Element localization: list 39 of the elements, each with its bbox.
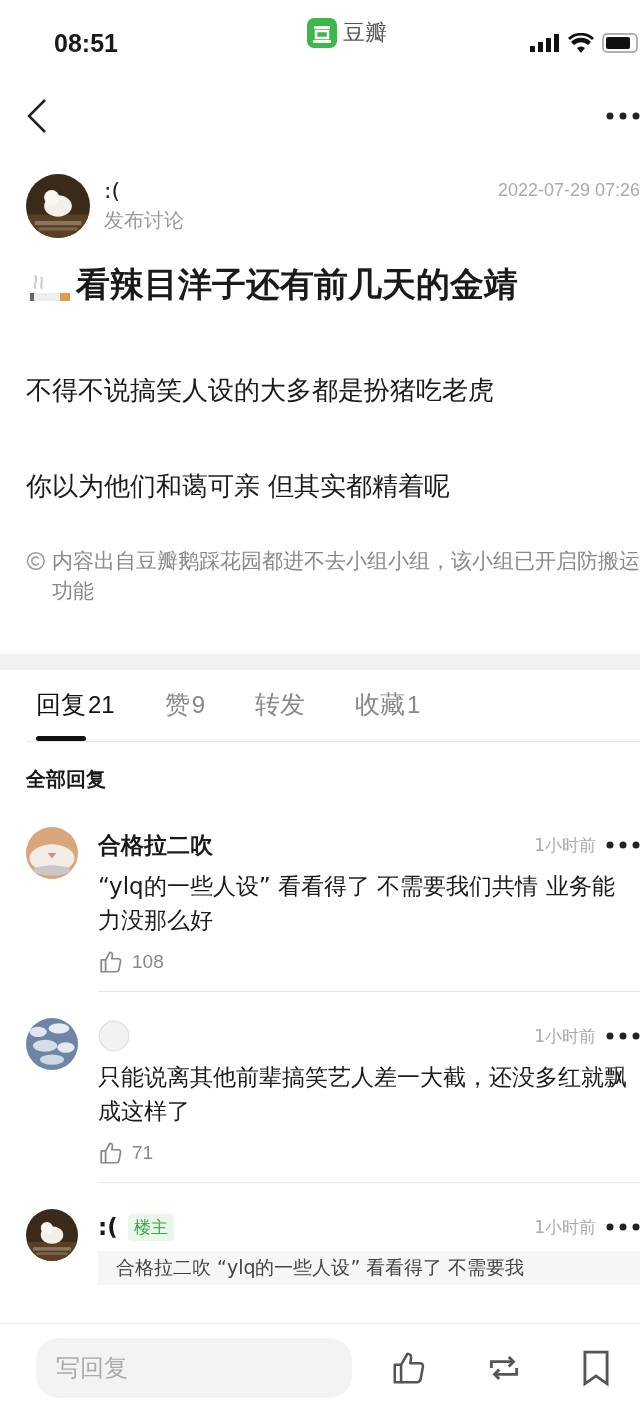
author-name[interactable]: :(: [104, 178, 120, 203]
comment-time: 1小时前: [534, 1215, 596, 1239]
circle-icon: [98, 1020, 130, 1052]
like-count: 108: [132, 951, 164, 973]
post-date: 2022-07-29 07:26: [497, 180, 640, 201]
copyright-icon: [26, 551, 46, 571]
battery-icon: [602, 33, 640, 53]
quoted-reply: 合格拉二吹 “ylq的一些人设” 看看得了 不需要我: [98, 1251, 640, 1285]
back-button[interactable]: [26, 98, 48, 134]
comment-time: 1小时前: [534, 833, 596, 857]
thumbs-up-icon[interactable]: [98, 949, 124, 975]
more-icon[interactable]: [606, 112, 640, 120]
app-logo-icon: [307, 18, 337, 48]
status-time: 08:51: [54, 28, 119, 58]
app-name: 豆瓣: [343, 19, 387, 47]
tab[interactable]: 转发: [255, 670, 306, 741]
post-paragraph: 不得不说搞笑人设的大多都是扮猪吃老虎: [25, 374, 495, 407]
more-icon[interactable]: [606, 841, 640, 849]
tab[interactable]: 赞9: [164, 670, 206, 741]
more-icon[interactable]: [606, 1032, 640, 1040]
post-paragraph: 你以为他们和蔼可亲 但其实都精着呢: [25, 470, 452, 503]
comment-time: 1小时前: [534, 1024, 596, 1048]
reply-input[interactable]: 写回复: [36, 1338, 352, 1398]
owner-badge: 楼主: [127, 1213, 174, 1241]
post-action: 发布讨论: [104, 207, 185, 234]
more-icon[interactable]: [606, 1223, 640, 1231]
wifi-icon: [568, 33, 594, 53]
commenter-name[interactable]: :(: [98, 1214, 118, 1240]
source-note: 内容出自豆瓣鹅踩花园都进不去小组小组，该小组已开启防搬运功能: [51, 548, 640, 605]
post-title: 看辣目洋子还有前几天的金靖: [76, 263, 518, 306]
signal-icon: [530, 34, 560, 52]
comment-text: 只能说离其他前辈搞笑艺人差一大截，还没多红就飘成这样了: [98, 1063, 628, 1126]
tab[interactable]: 回复21: [36, 670, 115, 741]
section-title: 全部回复: [25, 766, 107, 793]
thumbs-up-icon[interactable]: [98, 1140, 124, 1166]
commenter-name[interactable]: 合格拉二吹: [98, 829, 213, 861]
like-count: 71: [132, 1142, 154, 1164]
tab[interactable]: 收藏1: [355, 670, 421, 741]
comment-text: “ylq的一些人设” 看看得了 不需要我们共情 业务能力没那么好: [98, 872, 616, 935]
